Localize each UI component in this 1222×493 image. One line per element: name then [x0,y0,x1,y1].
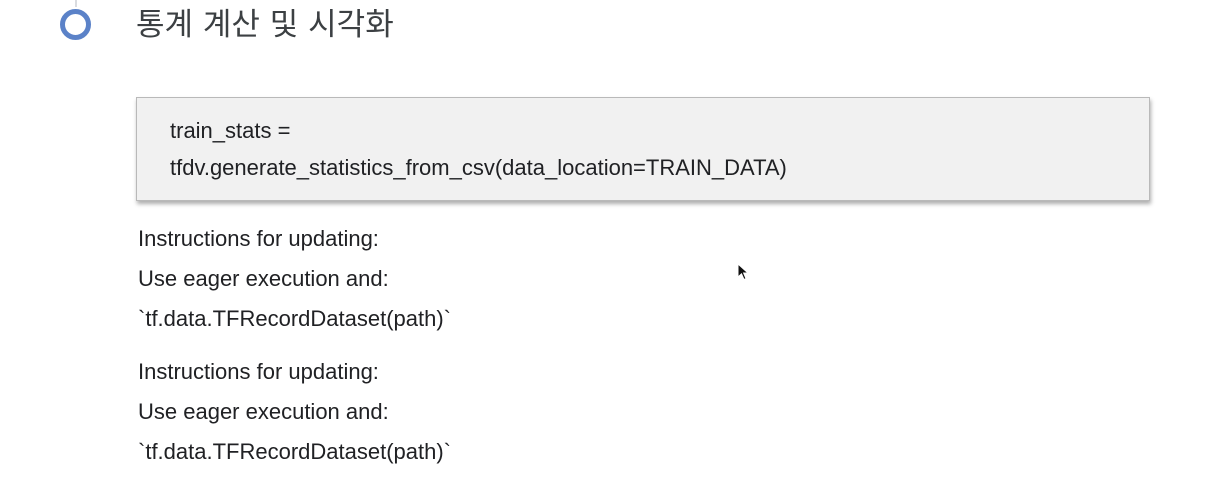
output-line: Instructions for updating: [138,359,379,384]
timeline-connector [75,0,77,7]
code-line: tfdv.generate_statistics_from_csv(data_l… [170,155,787,180]
output-line: `tf.data.TFRecordDataset(path)` [138,439,452,464]
section-title: 통계 계산 및 시각화 [136,7,394,43]
circle-outline-icon [60,9,91,40]
code-line: train_stats = [170,118,291,143]
cell-output: Instructions for updating: Use eager exe… [138,219,451,485]
code-cell[interactable]: train_stats = tfdv.generate_statistics_f… [136,97,1150,201]
output-line: `tf.data.TFRecordDataset(path)` [138,306,452,331]
mouse-pointer-icon [737,263,749,281]
output-message-block: Instructions for updating: Use eager exe… [138,352,451,472]
output-line: Use eager execution and: [138,399,389,424]
output-line: Use eager execution and: [138,266,389,291]
output-line: Instructions for updating: [138,226,379,251]
output-message-block: Instructions for updating: Use eager exe… [138,219,451,339]
